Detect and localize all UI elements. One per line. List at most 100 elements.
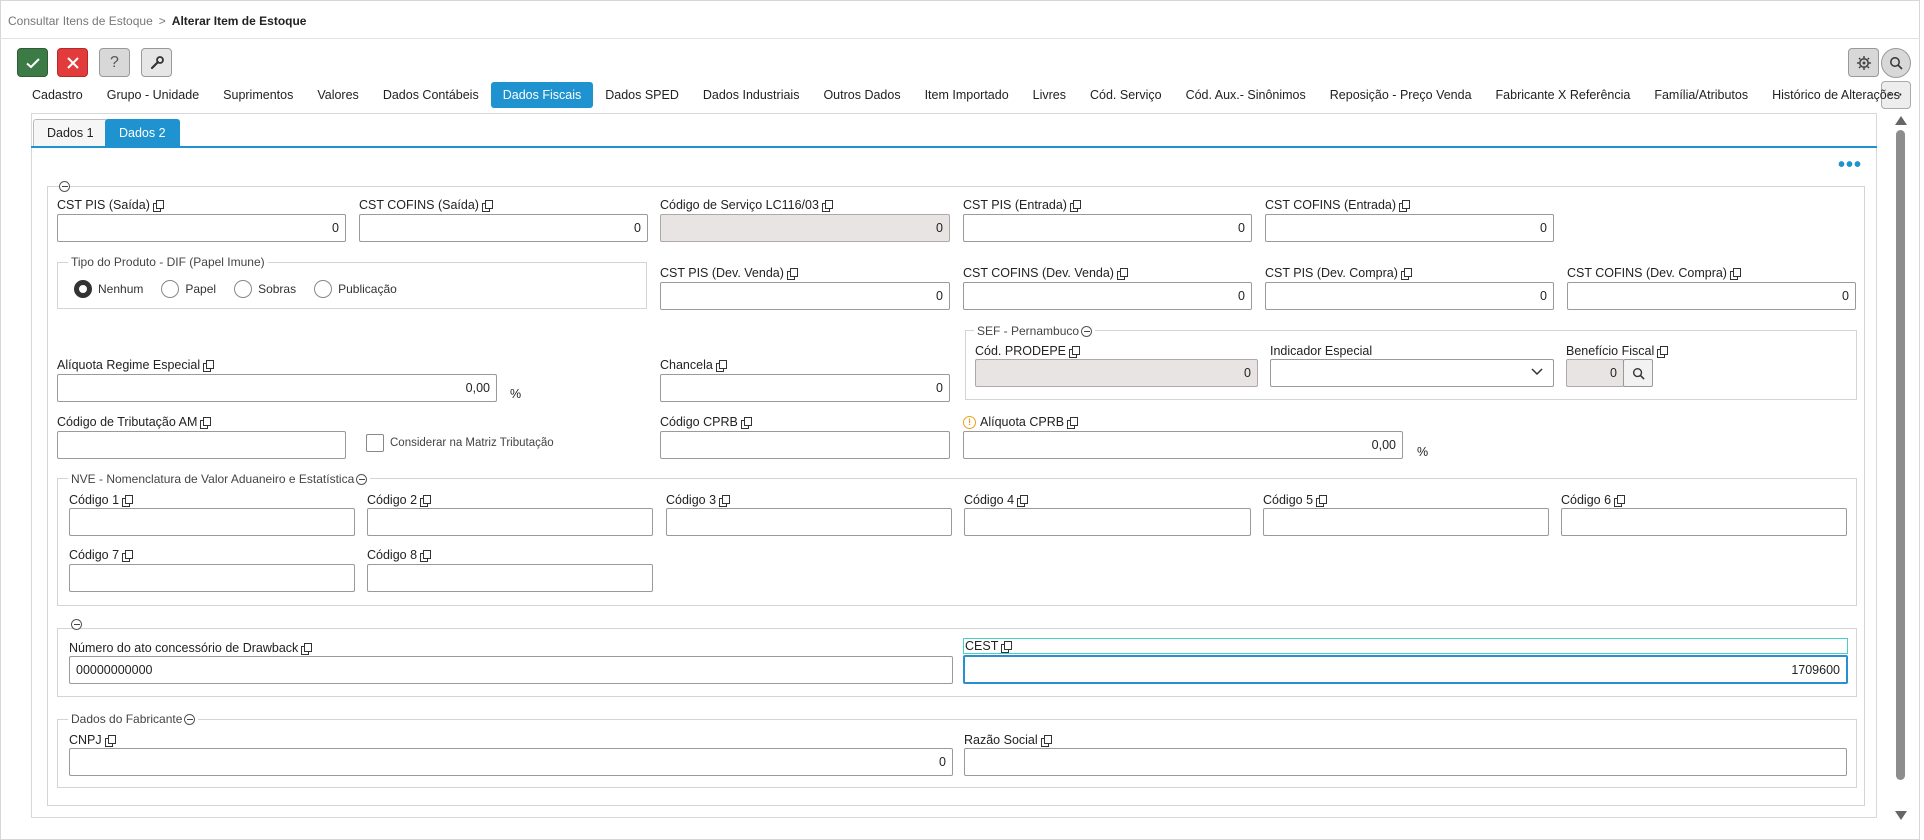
collapse-fiscal-section-icon[interactable] <box>59 181 70 192</box>
collapse-fabricante-icon[interactable] <box>184 713 196 725</box>
nve-codigo1-input[interactable] <box>69 508 355 536</box>
tools-button[interactable] <box>141 48 172 77</box>
settings-button[interactable] <box>1848 48 1879 77</box>
confirm-button[interactable] <box>17 48 48 77</box>
tab-grupo-unidade[interactable]: Grupo - Unidade <box>95 82 211 108</box>
chancela-input[interactable] <box>660 374 950 402</box>
cst-cofins-dev-venda-label: CST COFINS (Dev. Venda) <box>963 266 1128 280</box>
copy-icon[interactable] <box>1040 734 1052 747</box>
radio-sobras[interactable] <box>234 280 253 298</box>
radio-nenhum[interactable] <box>74 280 92 298</box>
aliquota-regime-input[interactable] <box>57 374 497 402</box>
header-divider <box>0 38 1920 39</box>
tab-historico-alteracoes[interactable]: Histórico de Alterações <box>1760 82 1912 108</box>
tab-dados-industriais[interactable]: Dados Industriais <box>691 82 812 108</box>
tab-suprimentos[interactable]: Suprimentos <box>211 82 305 108</box>
nve-codigo6-input[interactable] <box>1561 508 1847 536</box>
codigo-cprb-label: Código CPRB <box>660 415 752 429</box>
tab-cod-aux-sinonimos[interactable]: Cód. Aux.- Sinônimos <box>1174 82 1318 108</box>
radio-publicacao[interactable] <box>314 280 333 298</box>
beneficio-fiscal-input <box>1566 359 1624 387</box>
subtab-dados-2[interactable]: Dados 2 <box>105 119 180 146</box>
panel-options-icon[interactable]: ••• <box>1838 155 1862 175</box>
nve-codigo8-input[interactable] <box>367 564 653 592</box>
copy-icon[interactable] <box>203 359 215 372</box>
cst-pis-dev-compra-input[interactable] <box>1265 282 1554 310</box>
help-button[interactable]: ? <box>99 48 130 77</box>
copy-icon[interactable] <box>200 416 212 429</box>
tab-fabricante-referencia[interactable]: Fabricante X Referência <box>1484 82 1643 108</box>
cst-pis-dev-venda-input[interactable] <box>660 282 950 310</box>
copy-icon[interactable] <box>301 642 313 655</box>
cst-cofins-dev-venda-input[interactable] <box>963 282 1252 310</box>
beneficio-fiscal-lookup-button[interactable] <box>1623 359 1653 387</box>
nve-codigo2-label: Código 2 <box>367 493 432 507</box>
tab-dados-fiscais[interactable]: Dados Fiscais <box>490 82 594 108</box>
tab-valores[interactable]: Valores <box>305 82 370 108</box>
copy-icon[interactable] <box>1001 640 1013 653</box>
tab-familia-atributos[interactable]: Família/Atributos <box>1642 82 1760 108</box>
copy-icon[interactable] <box>420 494 432 507</box>
collapse-drawback-section-icon[interactable] <box>71 619 82 630</box>
copy-icon[interactable] <box>715 359 727 372</box>
copy-icon[interactable] <box>719 494 731 507</box>
cst-cofins-saida-input[interactable] <box>359 214 648 242</box>
copy-icon[interactable] <box>821 199 833 212</box>
tab-reposicao-preco-venda[interactable]: Reposição - Preço Venda <box>1318 82 1484 108</box>
copy-icon[interactable] <box>152 199 164 212</box>
copy-icon[interactable] <box>1657 345 1669 358</box>
drawback-input[interactable] <box>69 656 953 684</box>
nve-codigo7-input[interactable] <box>69 564 355 592</box>
radio-papel[interactable] <box>161 280 180 298</box>
copy-icon[interactable] <box>122 549 134 562</box>
copy-icon[interactable] <box>1067 416 1079 429</box>
nve-codigo2-input[interactable] <box>367 508 653 536</box>
copy-icon[interactable] <box>1069 199 1081 212</box>
copy-icon[interactable] <box>1729 267 1741 280</box>
cst-cofins-dev-compra-input[interactable] <box>1567 282 1856 310</box>
copy-icon[interactable] <box>1316 494 1328 507</box>
cnpj-input[interactable] <box>69 748 953 776</box>
codigo-cprb-input[interactable] <box>660 431 950 459</box>
copy-icon[interactable] <box>122 494 134 507</box>
tab-livres[interactable]: Livres <box>1021 82 1078 108</box>
nve-codigo3-input[interactable] <box>666 508 952 536</box>
copy-icon[interactable] <box>420 549 432 562</box>
collapse-sef-icon[interactable] <box>1081 325 1093 337</box>
copy-icon[interactable] <box>1017 494 1029 507</box>
copy-icon[interactable] <box>104 734 116 747</box>
copy-icon[interactable] <box>740 416 752 429</box>
copy-icon[interactable] <box>1069 345 1081 358</box>
tab-cadastro[interactable]: Cadastro <box>20 82 95 108</box>
nve-codigo5-input[interactable] <box>1263 508 1549 536</box>
tab-cod-servico[interactable]: Cód. Serviço <box>1078 82 1174 108</box>
collapse-nve-icon[interactable] <box>356 473 368 485</box>
aliquota-cprb-input[interactable] <box>963 431 1403 459</box>
tab-dados-sped[interactable]: Dados SPED <box>593 82 691 108</box>
scroll-up-icon[interactable] <box>1895 116 1907 125</box>
cst-cofins-entrada-input[interactable] <box>1265 214 1554 242</box>
copy-icon[interactable] <box>1116 267 1128 280</box>
cancel-button[interactable] <box>57 48 88 77</box>
copy-icon[interactable] <box>1399 199 1411 212</box>
cst-pis-saida-input[interactable] <box>57 214 346 242</box>
tab-item-importado[interactable]: Item Importado <box>913 82 1021 108</box>
tab-dados-contabeis[interactable]: Dados Contábeis <box>371 82 491 108</box>
copy-icon[interactable] <box>786 267 798 280</box>
copy-icon[interactable] <box>1400 267 1412 280</box>
subtab-dados-1[interactable]: Dados 1 <box>33 119 108 146</box>
nve-codigo4-input[interactable] <box>964 508 1251 536</box>
copy-icon[interactable] <box>481 199 493 212</box>
copy-icon[interactable] <box>1614 494 1626 507</box>
tab-outros-dados[interactable]: Outros Dados <box>811 82 912 108</box>
considerar-matriz-checkbox[interactable] <box>366 434 384 452</box>
codigo-tributacao-am-input[interactable] <box>57 431 346 459</box>
scroll-thumb[interactable] <box>1896 130 1905 780</box>
global-search-button[interactable] <box>1881 48 1911 78</box>
cst-pis-entrada-input[interactable] <box>963 214 1252 242</box>
indicador-especial-select[interactable] <box>1270 359 1554 387</box>
scroll-down-icon[interactable] <box>1895 811 1907 820</box>
cest-input[interactable] <box>963 655 1848 684</box>
razao-social-input[interactable] <box>964 748 1847 776</box>
breadcrumb-parent[interactable]: Consultar Itens de Estoque <box>8 14 153 28</box>
